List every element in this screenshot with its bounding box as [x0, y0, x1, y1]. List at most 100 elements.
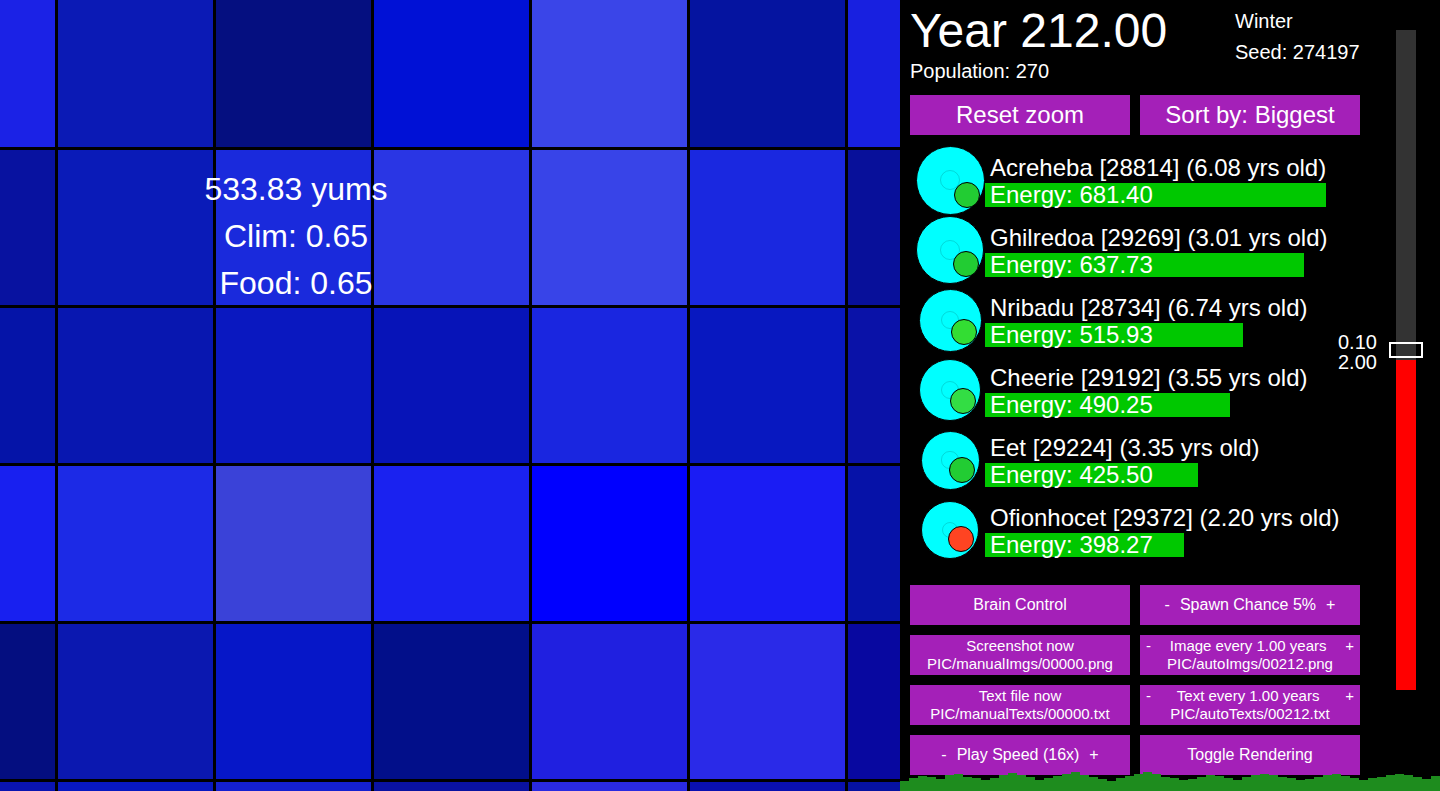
map-tile[interactable] — [0, 308, 55, 463]
control-button[interactable]: Screenshot nowPIC/manualImgs/00000.png — [910, 635, 1130, 675]
creature-body — [910, 425, 990, 495]
graph-bar — [1359, 780, 1368, 791]
plus-button[interactable]: + — [1326, 596, 1335, 614]
map-tile[interactable] — [690, 466, 845, 621]
graph-bar — [990, 778, 999, 791]
minus-button[interactable]: - — [1146, 637, 1151, 655]
map-tile[interactable] — [58, 150, 213, 305]
world-map[interactable]: 533.83 yumsClim: 0.65Food: 0.65 — [0, 0, 900, 791]
map-tile[interactable] — [848, 150, 900, 305]
map-tile[interactable] — [374, 0, 529, 147]
creature-info: Ghilredoa [29269] (3.01 yrs old)Energy: … — [985, 223, 1440, 277]
control-button[interactable]: -Image every 1.00 years+PIC/autoImgs/002… — [1140, 635, 1360, 675]
creature-row[interactable]: Nribadu [28734] (6.74 yrs old)Energy: 51… — [910, 285, 1390, 355]
creature-name: Ofionhocet [29372] (2.20 yrs old) — [985, 503, 1440, 533]
map-tile[interactable] — [216, 0, 371, 147]
control-button[interactable]: -Text every 1.00 years+PIC/autoTexts/002… — [1140, 685, 1360, 725]
energy-track: Energy: 398.27 — [985, 533, 1440, 557]
control-button[interactable]: Brain Control — [910, 585, 1130, 625]
graph-bar — [1323, 775, 1332, 791]
control-label: Text file now — [979, 687, 1062, 705]
speed-slider[interactable]: 0.102.00 — [1396, 30, 1416, 690]
control-button[interactable]: Toggle Rendering — [1140, 735, 1360, 775]
graph-bar — [1026, 777, 1035, 791]
reset-zoom-button[interactable]: Reset zoom — [910, 95, 1130, 135]
plus-button[interactable]: + — [1345, 637, 1354, 655]
energy-fill: Energy: 515.93 — [985, 323, 1243, 347]
map-tile[interactable] — [374, 624, 529, 779]
plus-button[interactable]: + — [1345, 687, 1354, 705]
map-tile[interactable] — [532, 0, 687, 147]
minus-button[interactable]: - — [1165, 596, 1170, 614]
map-tile[interactable] — [216, 308, 371, 463]
minus-button[interactable]: - — [1146, 687, 1151, 705]
map-tile[interactable] — [532, 308, 687, 463]
map-tile[interactable] — [690, 624, 845, 779]
graph-bar — [1341, 776, 1350, 791]
map-tile[interactable] — [848, 782, 900, 791]
map-tile[interactable] — [532, 150, 687, 305]
creature-name: Eet [29224] (3.35 yrs old) — [985, 433, 1440, 463]
map-tile[interactable] — [532, 782, 687, 791]
creature-info: Acreheba [28814] (6.08 yrs old)Energy: 6… — [985, 153, 1440, 207]
control-button[interactable]: -Play Speed (16x)+ — [910, 735, 1130, 775]
button-label: Reset zoom — [956, 101, 1084, 129]
graph-bar — [1188, 779, 1197, 791]
graph-bar — [954, 774, 963, 791]
map-tile[interactable] — [848, 466, 900, 621]
map-tile[interactable] — [690, 308, 845, 463]
graph-bar — [1134, 774, 1143, 791]
creature-row[interactable]: Acreheba [28814] (6.08 yrs old)Energy: 6… — [910, 145, 1390, 215]
map-tile[interactable] — [0, 0, 55, 147]
creature-row[interactable]: Ofionhocet [29372] (2.20 yrs old)Energy:… — [910, 495, 1390, 565]
graph-bar — [1107, 781, 1116, 791]
creature-row[interactable]: Ghilredoa [29269] (3.01 yrs old)Energy: … — [910, 215, 1390, 285]
minus-button[interactable]: - — [941, 746, 946, 764]
energy-fill: Energy: 425.50 — [985, 463, 1198, 487]
creature-row[interactable]: Eet [29224] (3.35 yrs old)Energy: 425.50 — [910, 425, 1390, 495]
energy-track: Energy: 490.25 — [985, 393, 1440, 417]
graph-bar — [1305, 779, 1314, 791]
map-tile[interactable] — [532, 466, 687, 621]
energy-fill: Energy: 637.73 — [985, 253, 1304, 277]
tooltip-line: Food: 0.65 — [220, 260, 373, 307]
control-line: Toggle Rendering — [1146, 746, 1354, 764]
control-button[interactable]: Text file nowPIC/manualTexts/00000.txt — [910, 685, 1130, 725]
energy-label: Energy: 515.93 — [985, 323, 1153, 347]
control-path: PIC/autoTexts/00212.txt — [1146, 705, 1354, 723]
map-tile[interactable] — [58, 0, 213, 147]
plus-button[interactable]: + — [1089, 746, 1098, 764]
graph-bar — [1287, 778, 1296, 791]
map-tile[interactable] — [848, 0, 900, 147]
energy-label: Energy: 681.40 — [985, 183, 1153, 207]
map-tile[interactable] — [690, 150, 845, 305]
map-tile[interactable] — [374, 150, 529, 305]
map-tile[interactable] — [0, 624, 55, 779]
map-tile[interactable] — [58, 466, 213, 621]
map-tile[interactable] — [374, 308, 529, 463]
map-tile[interactable] — [0, 150, 55, 305]
sort-button[interactable]: Sort by: Biggest — [1140, 95, 1360, 135]
slider-handle[interactable] — [1389, 342, 1423, 358]
map-tile[interactable] — [216, 782, 371, 791]
map-tile[interactable] — [216, 466, 371, 621]
map-tile[interactable] — [690, 0, 845, 147]
map-tile[interactable] — [58, 624, 213, 779]
creature-row[interactable]: Cheerie [29192] (3.55 yrs old)Energy: 49… — [910, 355, 1390, 425]
map-tile[interactable] — [690, 782, 845, 791]
map-tile[interactable] — [374, 782, 529, 791]
map-tile[interactable] — [532, 624, 687, 779]
control-button[interactable]: -Spawn Chance 5%+ — [1140, 585, 1360, 625]
creature-icon — [916, 216, 984, 284]
map-tile[interactable] — [374, 466, 529, 621]
map-tile[interactable] — [0, 466, 55, 621]
graph-bar — [927, 777, 936, 791]
map-tile[interactable] — [0, 782, 55, 791]
graph-bar — [1224, 778, 1233, 791]
creature-body — [910, 145, 990, 215]
map-tile[interactable] — [216, 624, 371, 779]
map-tile[interactable] — [848, 624, 900, 779]
map-tile[interactable] — [58, 782, 213, 791]
map-tile[interactable] — [848, 308, 900, 463]
map-tile[interactable] — [58, 308, 213, 463]
